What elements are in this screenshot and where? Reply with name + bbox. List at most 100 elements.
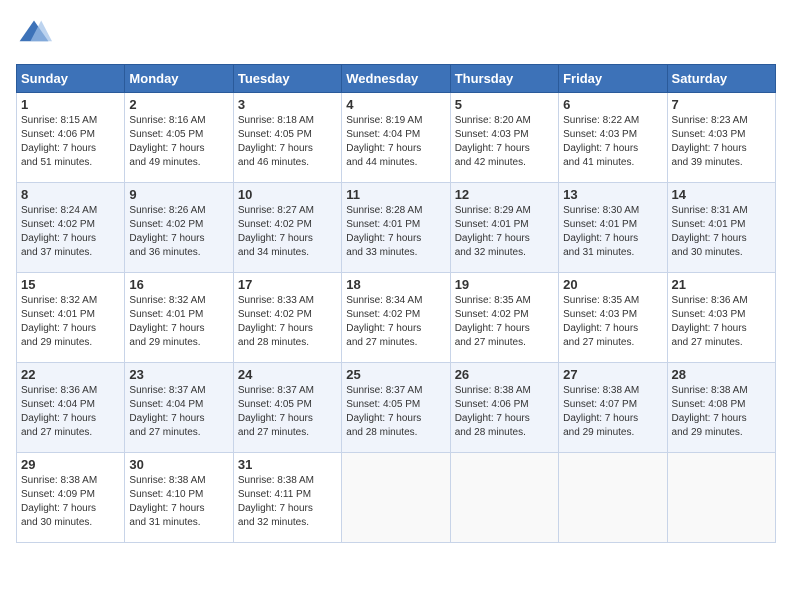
calendar-cell: 25Sunrise: 8:37 AMSunset: 4:05 PMDayligh… bbox=[342, 363, 450, 453]
calendar-cell: 23 Sunrise: 8:37 AMSunset: 4:04 PMDayligh… bbox=[125, 363, 233, 453]
day-number: 6 bbox=[563, 97, 662, 112]
calendar-cell: 27Sunrise: 8:38 AMSunset: 4:07 PMDayligh… bbox=[559, 363, 667, 453]
day-number: 26 bbox=[455, 367, 554, 382]
calendar-week-1: 1 Sunrise: 8:15 AMSunset: 4:06 PMDaylight… bbox=[17, 93, 776, 183]
calendar-cell: 19 Sunrise: 8:35 AMSunset: 4:02 PMDayligh… bbox=[450, 273, 558, 363]
calendar-week-2: 8 Sunrise: 8:24 AMSunset: 4:02 PMDaylight… bbox=[17, 183, 776, 273]
cell-details: Sunrise: 8:19 AMSunset: 4:04 PMDaylight:… bbox=[346, 114, 445, 170]
calendar-cell: 24Sunrise: 8:37 AMSunset: 4:05 PMDayligh… bbox=[233, 363, 341, 453]
calendar-cell: 13 Sunrise: 8:30 AMSunset: 4:01 PMDayligh… bbox=[559, 183, 667, 273]
cell-details: Sunrise: 8:38 AMSunset: 4:08 PMDaylight:… bbox=[672, 384, 771, 440]
calendar-cell: 9 Sunrise: 8:26 AMSunset: 4:02 PMDaylight… bbox=[125, 183, 233, 273]
cell-details: Sunrise: 8:33 AMSunset: 4:02 PMDaylight:… bbox=[238, 294, 337, 350]
calendar-cell: 4 Sunrise: 8:19 AMSunset: 4:04 PMDaylight… bbox=[342, 93, 450, 183]
cell-details: Sunrise: 8:37 AMSunset: 4:05 PMDaylight:… bbox=[238, 384, 337, 440]
day-number: 19 bbox=[455, 277, 554, 292]
cell-details: Sunrise: 8:29 AMSunset: 4:01 PMDaylight:… bbox=[455, 204, 554, 260]
day-number: 18 bbox=[346, 277, 445, 292]
cell-details: Sunrise: 8:30 AMSunset: 4:01 PMDaylight:… bbox=[563, 204, 662, 260]
day-number: 14 bbox=[672, 187, 771, 202]
cell-details: Sunrise: 8:38 AMSunset: 4:07 PMDaylight:… bbox=[563, 384, 662, 440]
logo-icon bbox=[16, 16, 52, 52]
day-number: 30 bbox=[129, 457, 228, 472]
day-number: 9 bbox=[129, 187, 228, 202]
cell-details: Sunrise: 8:32 AMSunset: 4:01 PMDaylight:… bbox=[21, 294, 120, 350]
weekday-header-sunday: Sunday bbox=[17, 65, 125, 93]
day-number: 1 bbox=[21, 97, 120, 112]
calendar-cell: 8 Sunrise: 8:24 AMSunset: 4:02 PMDaylight… bbox=[17, 183, 125, 273]
day-number: 31 bbox=[238, 457, 337, 472]
cell-details: Sunrise: 8:36 AMSunset: 4:03 PMDaylight:… bbox=[672, 294, 771, 350]
day-number: 15 bbox=[21, 277, 120, 292]
day-number: 28 bbox=[672, 367, 771, 382]
calendar-cell: 7 Sunrise: 8:23 AMSunset: 4:03 PMDaylight… bbox=[667, 93, 775, 183]
calendar-cell: 18Sunrise: 8:34 AMSunset: 4:02 PMDayligh… bbox=[342, 273, 450, 363]
cell-details: Sunrise: 8:16 AMSunset: 4:05 PMDaylight:… bbox=[129, 114, 228, 170]
day-number: 22 bbox=[21, 367, 120, 382]
day-number: 8 bbox=[21, 187, 120, 202]
calendar-table: SundayMondayTuesdayWednesdayThursdayFrid… bbox=[16, 64, 776, 543]
weekday-header-saturday: Saturday bbox=[667, 65, 775, 93]
calendar-cell: 21 Sunrise: 8:36 AMSunset: 4:03 PMDayligh… bbox=[667, 273, 775, 363]
cell-details: Sunrise: 8:15 AMSunset: 4:06 PMDaylight:… bbox=[21, 114, 120, 170]
calendar-cell bbox=[559, 453, 667, 543]
cell-details: Sunrise: 8:37 AMSunset: 4:05 PMDaylight:… bbox=[346, 384, 445, 440]
cell-details: Sunrise: 8:20 AMSunset: 4:03 PMDaylight:… bbox=[455, 114, 554, 170]
calendar-cell: 22 Sunrise: 8:36 AMSunset: 4:04 PMDayligh… bbox=[17, 363, 125, 453]
weekday-header-wednesday: Wednesday bbox=[342, 65, 450, 93]
cell-details: Sunrise: 8:31 AMSunset: 4:01 PMDaylight:… bbox=[672, 204, 771, 260]
calendar-week-3: 15 Sunrise: 8:32 AMSunset: 4:01 PMDayligh… bbox=[17, 273, 776, 363]
cell-details: Sunrise: 8:35 AMSunset: 4:02 PMDaylight:… bbox=[455, 294, 554, 350]
cell-details: Sunrise: 8:38 AMSunset: 4:09 PMDaylight:… bbox=[21, 474, 120, 530]
cell-details: Sunrise: 8:27 AMSunset: 4:02 PMDaylight:… bbox=[238, 204, 337, 260]
cell-details: Sunrise: 8:36 AMSunset: 4:04 PMDaylight:… bbox=[21, 384, 120, 440]
calendar-cell: 12Sunrise: 8:29 AMSunset: 4:01 PMDayligh… bbox=[450, 183, 558, 273]
weekday-header-tuesday: Tuesday bbox=[233, 65, 341, 93]
day-number: 13 bbox=[563, 187, 662, 202]
calendar-cell: 14 Sunrise: 8:31 AMSunset: 4:01 PMDayligh… bbox=[667, 183, 775, 273]
calendar-week-4: 22 Sunrise: 8:36 AMSunset: 4:04 PMDayligh… bbox=[17, 363, 776, 453]
day-number: 3 bbox=[238, 97, 337, 112]
day-number: 23 bbox=[129, 367, 228, 382]
day-number: 5 bbox=[455, 97, 554, 112]
day-number: 2 bbox=[129, 97, 228, 112]
weekday-header-monday: Monday bbox=[125, 65, 233, 93]
cell-details: Sunrise: 8:28 AMSunset: 4:01 PMDaylight:… bbox=[346, 204, 445, 260]
calendar-cell: 15 Sunrise: 8:32 AMSunset: 4:01 PMDayligh… bbox=[17, 273, 125, 363]
cell-details: Sunrise: 8:18 AMSunset: 4:05 PMDaylight:… bbox=[238, 114, 337, 170]
calendar-cell: 17 Sunrise: 8:33 AMSunset: 4:02 PMDayligh… bbox=[233, 273, 341, 363]
cell-details: Sunrise: 8:22 AMSunset: 4:03 PMDaylight:… bbox=[563, 114, 662, 170]
day-number: 21 bbox=[672, 277, 771, 292]
cell-details: Sunrise: 8:38 AMSunset: 4:06 PMDaylight:… bbox=[455, 384, 554, 440]
day-number: 29 bbox=[21, 457, 120, 472]
calendar-cell: 28 Sunrise: 8:38 AMSunset: 4:08 PMDayligh… bbox=[667, 363, 775, 453]
calendar-cell bbox=[667, 453, 775, 543]
cell-details: Sunrise: 8:38 AMSunset: 4:11 PMDaylight:… bbox=[238, 474, 337, 530]
day-number: 17 bbox=[238, 277, 337, 292]
cell-details: Sunrise: 8:37 AMSunset: 4:04 PMDaylight:… bbox=[129, 384, 228, 440]
calendar-cell: 3 Sunrise: 8:18 AMSunset: 4:05 PMDaylight… bbox=[233, 93, 341, 183]
day-number: 4 bbox=[346, 97, 445, 112]
calendar-cell: 30Sunrise: 8:38 AMSunset: 4:10 PMDayligh… bbox=[125, 453, 233, 543]
cell-details: Sunrise: 8:24 AMSunset: 4:02 PMDaylight:… bbox=[21, 204, 120, 260]
weekday-header-row: SundayMondayTuesdayWednesdayThursdayFrid… bbox=[17, 65, 776, 93]
day-number: 16 bbox=[129, 277, 228, 292]
cell-details: Sunrise: 8:35 AMSunset: 4:03 PMDaylight:… bbox=[563, 294, 662, 350]
cell-details: Sunrise: 8:26 AMSunset: 4:02 PMDaylight:… bbox=[129, 204, 228, 260]
calendar-cell: 16Sunrise: 8:32 AMSunset: 4:01 PMDayligh… bbox=[125, 273, 233, 363]
logo bbox=[16, 16, 56, 52]
calendar-week-5: 29 Sunrise: 8:38 AMSunset: 4:09 PMDayligh… bbox=[17, 453, 776, 543]
day-number: 7 bbox=[672, 97, 771, 112]
cell-details: Sunrise: 8:23 AMSunset: 4:03 PMDaylight:… bbox=[672, 114, 771, 170]
weekday-header-friday: Friday bbox=[559, 65, 667, 93]
calendar-cell: 2 Sunrise: 8:16 AMSunset: 4:05 PMDaylight… bbox=[125, 93, 233, 183]
calendar-cell: 1 Sunrise: 8:15 AMSunset: 4:06 PMDaylight… bbox=[17, 93, 125, 183]
calendar-cell: 5 Sunrise: 8:20 AMSunset: 4:03 PMDaylight… bbox=[450, 93, 558, 183]
calendar-cell: 20Sunrise: 8:35 AMSunset: 4:03 PMDayligh… bbox=[559, 273, 667, 363]
day-number: 11 bbox=[346, 187, 445, 202]
calendar-cell bbox=[450, 453, 558, 543]
page-header bbox=[16, 16, 776, 52]
day-number: 10 bbox=[238, 187, 337, 202]
calendar-cell: 31 Sunrise: 8:38 AMSunset: 4:11 PMDayligh… bbox=[233, 453, 341, 543]
calendar-cell: 11 Sunrise: 8:28 AMSunset: 4:01 PMDayligh… bbox=[342, 183, 450, 273]
